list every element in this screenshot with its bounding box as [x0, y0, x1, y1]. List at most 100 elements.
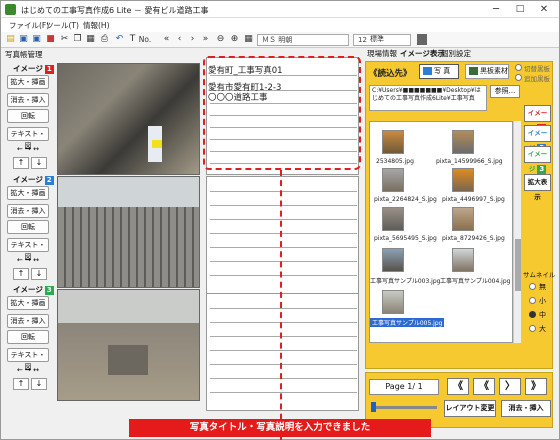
- zoom-slider-knob[interactable]: [371, 402, 376, 412]
- sky-area: [58, 177, 199, 207]
- menu-bar: ファイル(F) ツール(T) 情報(H): [1, 18, 559, 32]
- thumbnail-scrollbar[interactable]: [513, 121, 521, 343]
- last-page-icon[interactable]: »: [200, 34, 211, 45]
- maximize-button[interactable]: □: [507, 1, 533, 18]
- photo-image3[interactable]: [57, 289, 200, 401]
- thumbnail[interactable]: [452, 168, 474, 192]
- image1-up-button[interactable]: ↑: [13, 157, 29, 169]
- thumbnail[interactable]: [382, 248, 404, 272]
- size-small-radio[interactable]: [529, 297, 536, 304]
- image1-text-button[interactable]: テキスト・図: [7, 127, 49, 150]
- zoom-out-icon[interactable]: ⊖: [215, 34, 226, 45]
- image1-down-button[interactable]: ↓: [31, 157, 47, 169]
- thumbnail[interactable]: [382, 168, 404, 192]
- zoom-slider-track[interactable]: [371, 406, 437, 409]
- number-button[interactable]: No.: [137, 34, 153, 45]
- image1-rotate-button[interactable]: 回転: [7, 109, 49, 123]
- thumbnail[interactable]: [452, 130, 474, 154]
- rule-line: [210, 378, 357, 379]
- rule-line: [210, 191, 357, 192]
- image1-enlarge-button[interactable]: 拡大・挿画: [7, 75, 49, 89]
- first-page-icon[interactable]: «: [161, 34, 172, 45]
- menu-file[interactable]: ファイル(F): [9, 20, 49, 31]
- thumbnail-grid[interactable]: 2534805.jpg pixta_14599966_S.jpg pixta_2…: [369, 121, 513, 343]
- open-icon[interactable]: ▤: [5, 34, 16, 45]
- prev-page-button[interactable]: 《: [473, 378, 495, 395]
- enlarge-display-button[interactable]: 拡大表示: [524, 174, 551, 201]
- photo-image1[interactable]: [57, 63, 200, 175]
- image2-lr-arrows[interactable]: ← → ↔: [7, 254, 49, 268]
- description-box-3[interactable]: [206, 293, 359, 411]
- menu-tools[interactable]: ツール(T): [46, 20, 79, 31]
- thumbnail-selected[interactable]: [382, 290, 404, 314]
- save-icon[interactable]: ▣: [18, 34, 29, 45]
- image2-target-button[interactable]: イメージ2: [524, 125, 551, 153]
- pdf-icon[interactable]: ■: [45, 34, 56, 45]
- image2-rotate-button[interactable]: 回転: [7, 220, 49, 234]
- page-indicator: Page 1/ 1: [369, 379, 439, 395]
- size-none-radio[interactable]: [529, 283, 536, 290]
- size-medium-radio[interactable]: [529, 311, 536, 318]
- cut-icon[interactable]: ✂: [59, 34, 70, 45]
- image1-delete-button[interactable]: 消去・挿入: [7, 93, 49, 107]
- image2-down-button[interactable]: ↓: [31, 268, 47, 280]
- save-as-icon[interactable]: ▣: [31, 34, 42, 45]
- image3-delete-button[interactable]: 消去・挿入: [7, 314, 49, 328]
- delete-insert-button[interactable]: 消去・挿入: [501, 400, 551, 417]
- image1-lr-arrows[interactable]: ← → ↔: [7, 143, 49, 157]
- first-page-button[interactable]: 《: [447, 378, 469, 395]
- source-material-button[interactable]: 黒板素材: [465, 64, 509, 79]
- description-box-2[interactable]: [206, 176, 359, 294]
- rule-line: [210, 364, 357, 365]
- highlight-connector: [280, 170, 282, 440]
- scrollbar-thumb[interactable]: [515, 239, 521, 291]
- tab-image-display[interactable]: イメージ表示: [400, 48, 445, 59]
- image3-up-button[interactable]: ↑: [13, 378, 29, 390]
- image3-text-button[interactable]: テキスト・図: [7, 348, 49, 371]
- rule-line: [210, 392, 357, 393]
- zoom-in-icon[interactable]: ⊕: [229, 34, 240, 45]
- add-blackboard-radio[interactable]: [515, 74, 522, 81]
- image2-enlarge-button[interactable]: 拡大・挿画: [7, 186, 49, 200]
- folder-path-field[interactable]: C:¥Users¥■■■■■■■¥Desktop¥はじめての工事写真作成6Lit…: [369, 85, 487, 111]
- grid-icon[interactable]: ▦: [243, 34, 254, 45]
- browse-button[interactable]: 参照...: [490, 85, 520, 98]
- image3-down-button[interactable]: ↓: [31, 378, 47, 390]
- last-page-button[interactable]: 》: [525, 378, 547, 395]
- size-large-radio[interactable]: [529, 325, 536, 332]
- image3-target-button[interactable]: イメージ 3: [524, 146, 551, 174]
- font-select[interactable]: ＭＳ 明朝: [257, 34, 349, 46]
- source-photo-button[interactable]: 写 真: [419, 64, 459, 79]
- photo-image2[interactable]: [57, 176, 200, 288]
- album-manage-tab[interactable]: 写真帳管理: [5, 49, 43, 60]
- image2-up-button[interactable]: ↑: [13, 268, 29, 280]
- thumbnail[interactable]: [452, 207, 474, 231]
- undo-icon[interactable]: ↶: [114, 34, 125, 45]
- rule-line: [210, 275, 357, 276]
- tab-site-info[interactable]: 現場情報: [367, 48, 397, 59]
- prev-page-icon[interactable]: ‹: [174, 34, 185, 45]
- next-page-button[interactable]: 〉: [499, 378, 521, 395]
- image2-delete-button[interactable]: 消去・挿入: [7, 204, 49, 218]
- thumbnail[interactable]: [452, 248, 474, 272]
- thumbnail[interactable]: [382, 207, 404, 231]
- layout-change-button[interactable]: レイアウト変更: [444, 400, 496, 417]
- image2-text-button[interactable]: テキスト・図: [7, 238, 49, 261]
- image3-enlarge-button[interactable]: 拡大・挿画: [7, 296, 49, 310]
- paste-icon[interactable]: ▦: [85, 34, 96, 45]
- image3-rotate-button[interactable]: 回転: [7, 330, 49, 344]
- copy-icon[interactable]: ❐: [72, 34, 83, 45]
- menu-info[interactable]: 情報(H): [83, 20, 110, 31]
- next-page-icon[interactable]: ›: [187, 34, 198, 45]
- tab-individual-settings[interactable]: 個別設定: [441, 48, 471, 59]
- style-select[interactable]: 標準: [370, 34, 400, 45]
- image1-target-button[interactable]: イメージ1: [524, 105, 551, 133]
- thumbnail[interactable]: [382, 130, 404, 154]
- switch-blackboard-radio[interactable]: [515, 64, 522, 71]
- minimize-button[interactable]: ─: [483, 1, 509, 18]
- print-icon[interactable]: ⎙: [99, 34, 110, 45]
- image3-lr-arrows[interactable]: ← → ↔: [7, 364, 49, 378]
- close-button[interactable]: ✕: [531, 1, 557, 18]
- thumbnail-caption: pixta_5695495_S.jpg: [374, 235, 437, 242]
- color-swatch[interactable]: [417, 34, 427, 45]
